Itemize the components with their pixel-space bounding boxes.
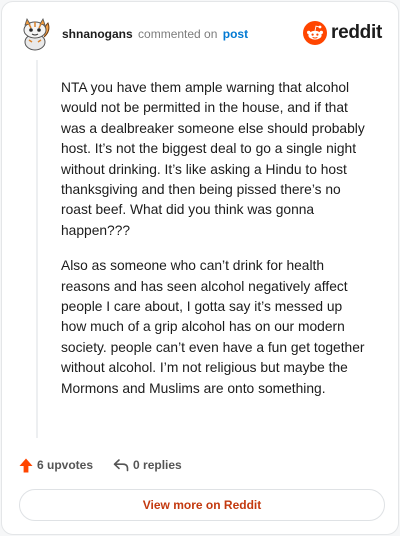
user-avatar[interactable] [20,17,52,51]
commented-on-text: commented on [138,27,218,41]
thread-line [36,60,38,438]
reddit-alien-icon [303,21,328,45]
reply-count: 0 replies [133,458,182,472]
comment-meta: shnanogans commented on post [62,27,248,41]
post-link[interactable]: post [223,27,248,41]
comment-header: shnanogans commented on post reddit [20,17,382,53]
username[interactable]: shnanogans [62,27,133,41]
comment-card: shnanogans commented on post reddit NTA … [1,1,399,535]
reply-button[interactable]: 0 replies [113,458,182,472]
reply-arrow-icon [113,459,129,472]
snoo-avatar-icon [23,18,50,51]
reddit-logo[interactable]: reddit [303,20,382,46]
upvote-count: 6 upvotes [37,458,94,472]
upvote-arrow-icon [19,458,33,472]
comment-paragraph-2: Also as someone who can’t drink for heal… [61,258,365,396]
reddit-wordmark: reddit [331,22,382,43]
comment-paragraph-1: NTA you have them ample warning that alc… [61,80,365,238]
view-more-button[interactable]: View more on Reddit [19,489,385,521]
comment-actions: 6 upvotes 0 replies [19,455,182,475]
upvote-button[interactable]: 6 upvotes [19,458,93,473]
comment-body: NTA you have them ample warning that alc… [61,78,365,414]
